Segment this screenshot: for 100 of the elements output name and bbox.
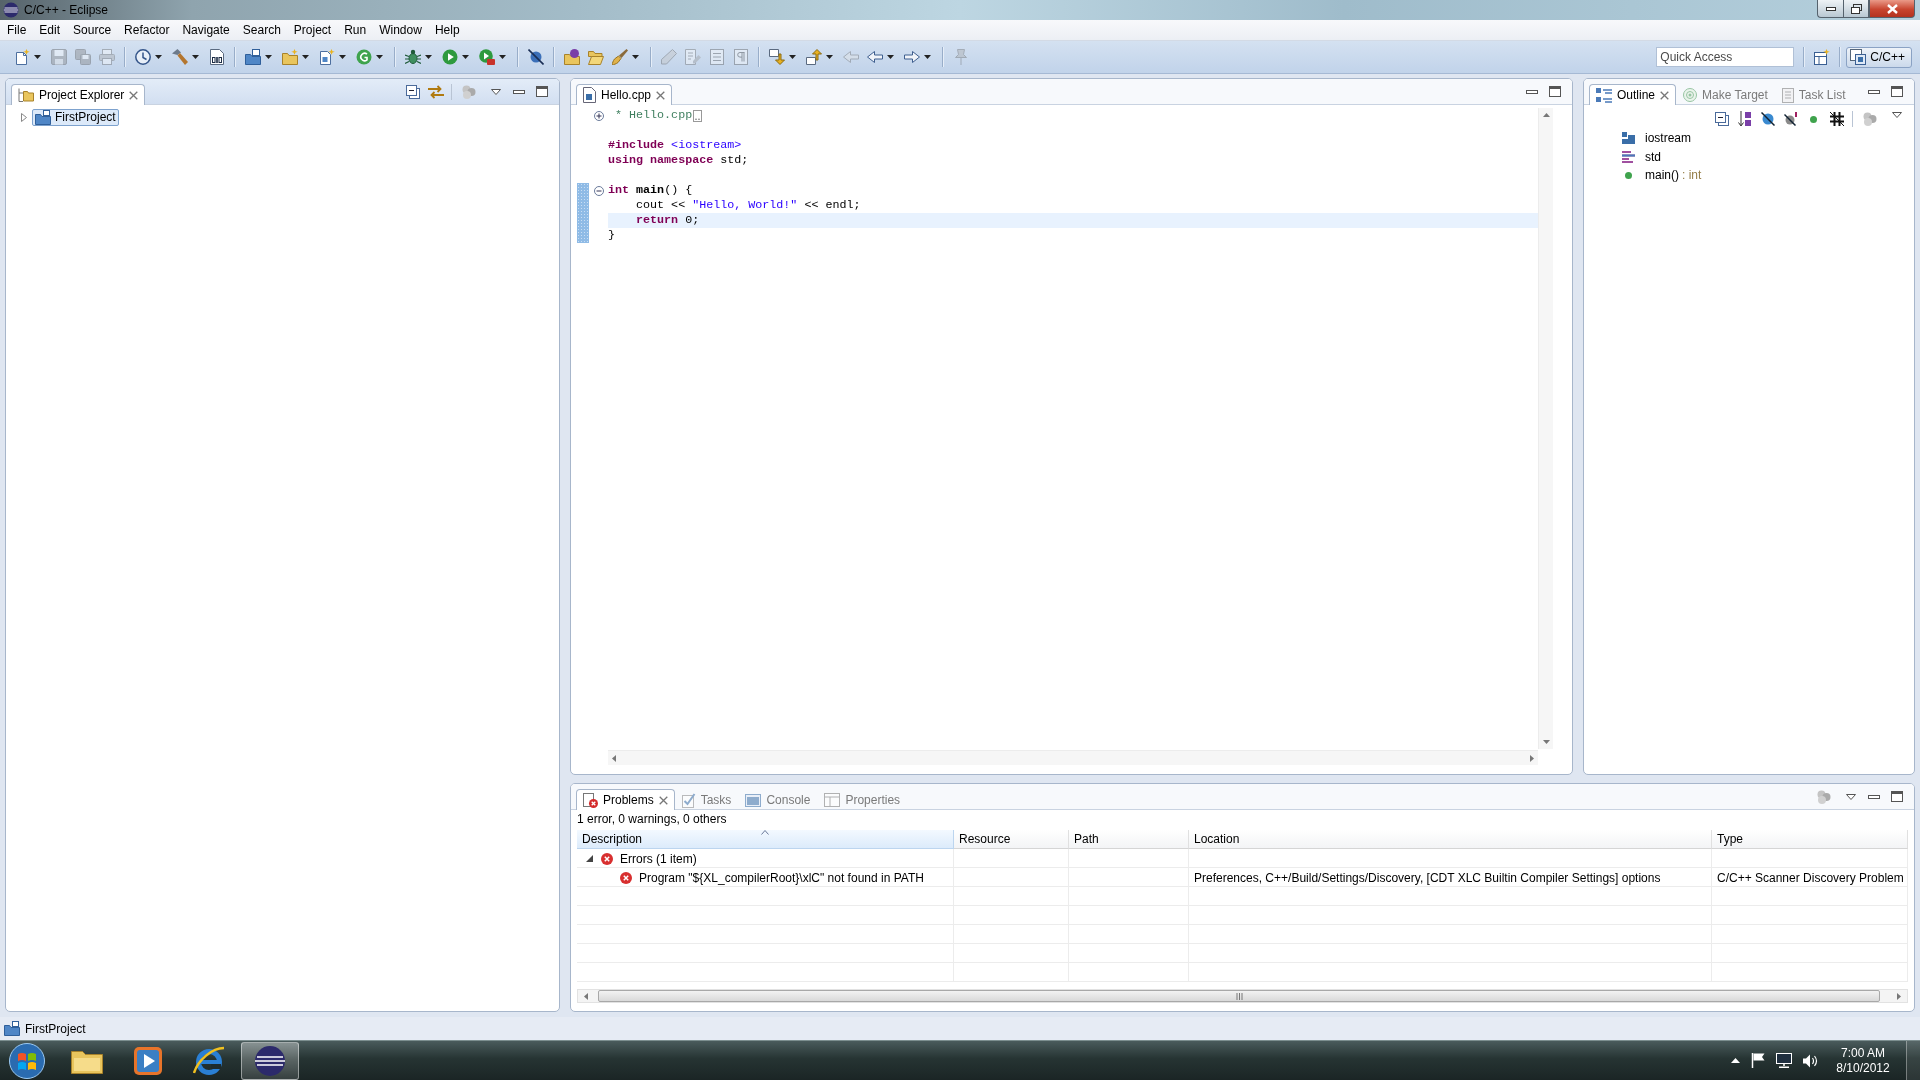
fold-minus-icon[interactable] [593,185,604,196]
tab[interactable]: Problems [576,789,675,810]
code-line: int main() { [608,183,693,198]
menu-item[interactable]: Source [66,22,118,38]
caret-icon [155,55,162,59]
speaker-icon[interactable] [1803,1053,1818,1068]
expand-arrow-icon[interactable] [21,112,27,122]
stacked-windows-icon [1850,49,1867,65]
screen-icon [745,793,762,807]
tab[interactable]: Hello.cpp [576,84,673,105]
caret-icon [339,55,346,59]
collapse-all-icon [405,84,420,99]
menu-item[interactable]: Navigate [175,22,236,38]
caret-icon [462,55,469,59]
code-line: return 0; [635,213,700,228]
close-icon[interactable] [656,90,666,100]
tab[interactable]: Make Target [1676,84,1775,105]
code-line: * Hello.cpp [614,108,693,123]
show-desktop-button[interactable] [1906,1040,1920,1080]
clock[interactable]: 7:00 AM 8/10/2012 [1831,1045,1895,1076]
code-line: cout << "Hello, World!" << endl; [635,198,861,213]
outline-item[interactable]: iostream [1622,129,1691,148]
crossed-circle-icon [528,49,544,65]
problem-type: C/C++ Scanner Discovery Problem [1717,870,1904,885]
menu-item[interactable]: Edit [32,22,67,38]
right-arrow-icon [904,51,920,63]
column-header[interactable]: Description [577,830,954,849]
blocks-icon [1622,132,1635,145]
folder-page-icon [4,1021,20,1036]
bug-icon [405,49,421,65]
tab[interactable]: Outline [1589,84,1677,105]
column-header[interactable]: Resource [954,830,1069,849]
problem-location: Preferences, C++/Build/Settings/Discovery, [CDT XLC Builtin Compiler Settings] options [1194,870,1661,885]
edit-page-icon [685,49,701,65]
scrollbar-thumb[interactable] [598,990,1880,1002]
collapse-all-icon [1714,112,1729,126]
column-header[interactable]: Location [1189,830,1712,849]
floppy-disks-icon [75,49,91,65]
dot-icon [1625,171,1632,179]
caret-icon [887,55,894,59]
menu-item[interactable]: Help [427,22,466,38]
caret-icon [302,55,309,59]
caret-icon [192,55,199,59]
tab[interactable]: Console [738,789,818,810]
printer-icon [99,49,115,65]
taskbar-button[interactable] [241,1041,299,1080]
caret-icon [425,55,432,59]
crossed-dot-icon [1783,112,1798,126]
menu-item[interactable]: Search [235,22,287,38]
caret-icon [265,55,272,59]
column-header[interactable]: Path [1069,830,1189,849]
expanded-arrow-icon[interactable] [586,855,593,862]
quick-access-field[interactable]: Quick Access [1656,47,1795,67]
start-orb-icon [9,1042,45,1079]
caret-icon [376,55,383,59]
page-lines-icon [1781,87,1794,103]
error-icon [601,852,613,865]
menu-item[interactable]: File [0,22,33,38]
media-play-icon [134,1046,162,1075]
outline-item[interactable]: main() : int [1622,166,1702,185]
left-arrow-icon [867,51,883,63]
error-icon [620,871,632,884]
close-button[interactable] [1869,0,1915,18]
tab[interactable]: Project Explorer [11,84,146,105]
restore-button[interactable] [1843,0,1869,18]
fold-plus-icon[interactable] [593,110,604,121]
code-line: } [608,228,615,243]
horizontal-scrollbar[interactable] [608,750,1538,765]
menu-item[interactable]: Refactor [117,22,176,38]
close-icon[interactable] [658,795,668,805]
network-icon[interactable] [1776,1053,1792,1068]
close-icon[interactable] [129,90,139,100]
menu-item[interactable]: Run [337,22,373,38]
up-caret-icon[interactable] [1731,1058,1740,1063]
outline-item[interactable]: std [1622,147,1661,166]
circle-g-icon [356,49,372,65]
horizontal-scrollbar[interactable] [577,989,1908,1003]
minimize-button[interactable] [1817,0,1843,18]
tab[interactable]: Properties [817,789,908,810]
vertical-scrollbar[interactable] [1538,108,1553,749]
tree-item[interactable]: FirstProject [32,108,119,126]
target-icon [1683,88,1698,102]
column-header[interactable]: Type [1712,830,1908,849]
minimize-icon [1867,794,1880,799]
group-label[interactable]: Errors (1 item) [620,851,697,866]
problem-description[interactable]: Program "${XL_compilerRoot}\xlC" not found in PATH [639,870,924,885]
menu-item[interactable]: Window [372,22,428,38]
perspective-button[interactable]: C/C++ [1846,46,1912,68]
flag-icon[interactable] [1751,1053,1765,1068]
view-menu-icon [490,88,501,95]
table-icon [824,793,841,807]
menu-item[interactable]: Project [286,22,338,38]
play-toolbox-icon [479,49,495,65]
play-icon [442,49,458,65]
tab[interactable]: Tasks [674,789,739,810]
tab[interactable]: Task List [1774,84,1853,105]
crossed-ball-icon [1760,112,1775,126]
problems-summary: 1 error, 0 warnings, 0 others [577,812,727,826]
page-square-star-icon [319,49,335,65]
close-icon[interactable] [1660,90,1670,100]
